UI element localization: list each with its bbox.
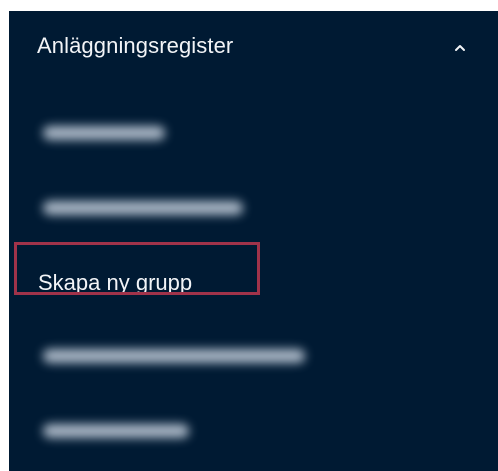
section-title: Anläggningsregister: [37, 33, 234, 58]
sidebar-item-1[interactable]: [9, 106, 498, 162]
section-header-anlaggningsregister[interactable]: Anläggningsregister: [9, 11, 498, 87]
redacted-label: [43, 424, 189, 438]
sidebar-nav: Anläggningsregister Skapa ny grupp: [9, 11, 498, 471]
redacted-label: [43, 201, 243, 215]
redacted-label: [43, 349, 305, 363]
sidebar-item-5[interactable]: [9, 404, 498, 460]
redacted-label: [43, 126, 165, 140]
sidebar-item-2[interactable]: [9, 181, 498, 237]
highlight-annotation: [14, 242, 260, 295]
sidebar-item-4[interactable]: [9, 329, 498, 385]
chevron-up-icon[interactable]: [453, 43, 467, 53]
